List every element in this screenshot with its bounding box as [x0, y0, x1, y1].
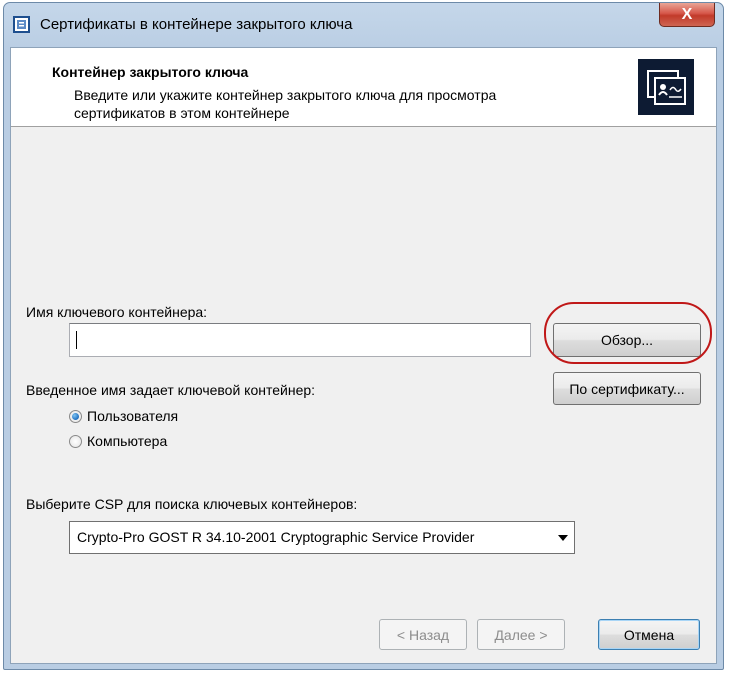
window-title: Сертификаты в контейнере закрытого ключа: [40, 16, 353, 33]
radio-user-button[interactable]: [69, 409, 82, 423]
page-description: Введите или укажите контейнер закрытого …: [74, 87, 497, 121]
text-caret: [76, 331, 77, 349]
container-name-label: Имя ключевого контейнера:: [26, 304, 208, 320]
title-bar[interactable]: Сертификаты в контейнере закрытого ключа…: [4, 3, 723, 45]
chevron-down-icon[interactable]: [558, 535, 568, 541]
close-icon: X: [681, 5, 693, 23]
container-scope-label: Введенное имя задает ключевой контейнер:: [26, 382, 316, 398]
radio-computer[interactable]: Компьютера: [69, 431, 167, 451]
certificate-app-icon: [13, 16, 30, 33]
close-button[interactable]: X: [659, 3, 715, 27]
dialog-content: Контейнер закрытого ключа Введите или ук…: [10, 47, 717, 664]
cancel-button[interactable]: Отмена: [598, 619, 700, 650]
by-certificate-button[interactable]: По сертификату...: [553, 372, 701, 405]
certificate-icon: [638, 59, 694, 115]
radio-user-label: Пользователя: [87, 408, 179, 424]
csp-label: Выберите CSP для поиска ключевых контейн…: [26, 496, 358, 512]
radio-computer-label: Компьютера: [87, 433, 168, 449]
next-button[interactable]: Далее >: [477, 619, 565, 650]
wizard-header: Контейнер закрытого ключа Введите или ук…: [11, 48, 716, 127]
page-title: Контейнер закрытого ключа: [52, 64, 249, 80]
radio-computer-button[interactable]: [69, 434, 82, 448]
csp-selected-value: Crypto-Pro GOST R 34.10-2001 Cryptograph…: [77, 529, 475, 545]
csp-select[interactable]: Crypto-Pro GOST R 34.10-2001 Cryptograph…: [69, 521, 575, 554]
radio-user[interactable]: Пользователя: [69, 406, 178, 426]
back-button[interactable]: < Назад: [379, 619, 467, 650]
browse-button-highlight: [544, 302, 712, 364]
dialog-window: Сертификаты в контейнере закрытого ключа…: [3, 2, 724, 670]
container-name-input[interactable]: [69, 323, 531, 357]
